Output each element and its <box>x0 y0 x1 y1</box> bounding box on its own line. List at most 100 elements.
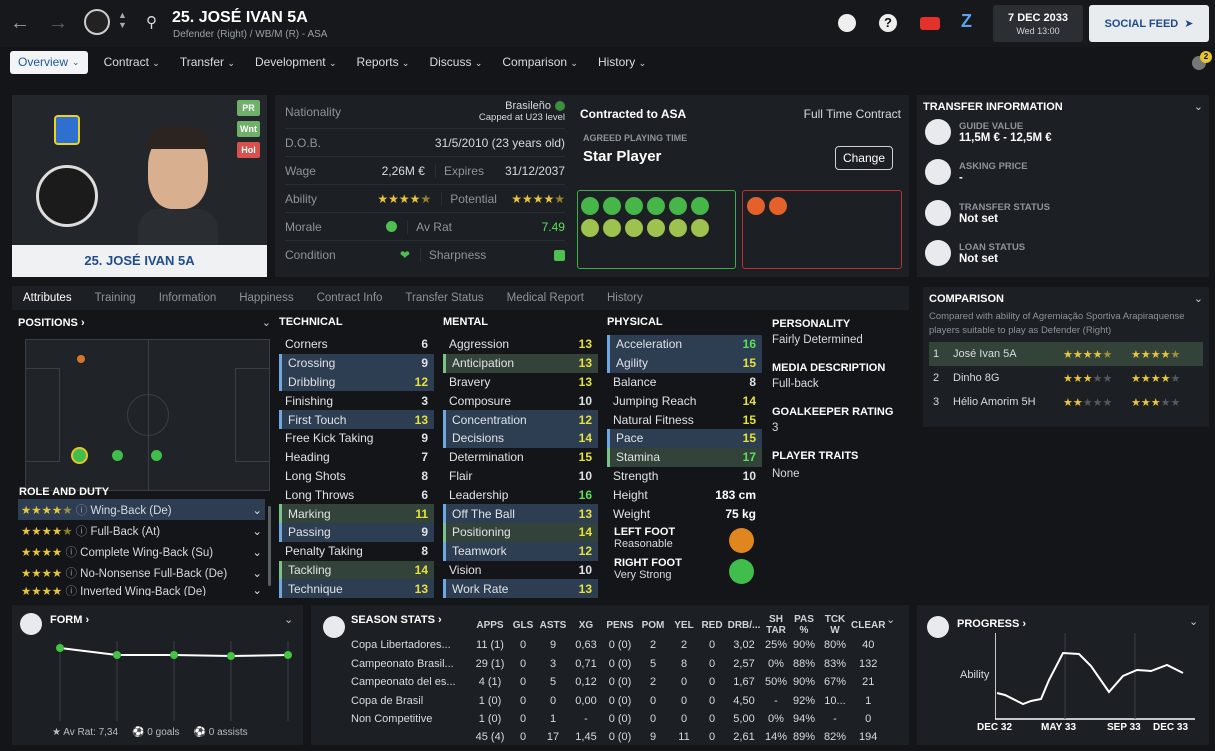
mental-row[interactable]: Composure 10 <box>443 391 598 410</box>
technical-row[interactable]: Penalty Taking 8 <box>279 542 434 561</box>
technical-row[interactable]: Heading 7 <box>279 448 434 467</box>
stat-header[interactable]: DRB/... <box>725 614 763 636</box>
mental-row[interactable]: Leadership 16 <box>443 485 598 504</box>
technical-row[interactable]: Finishing 3 <box>279 391 434 410</box>
z-icon[interactable]: Z <box>961 11 972 32</box>
subtab-happiness[interactable]: Happiness <box>239 292 293 304</box>
position-marker-primary[interactable] <box>71 447 88 464</box>
physical-row[interactable]: Stamina 17 <box>607 447 762 467</box>
chevron-down-icon[interactable]: ⌄ <box>1189 615 1198 628</box>
chevron-updown-icon[interactable]: ▲ ▼ <box>118 10 127 30</box>
trait-icon[interactable] <box>691 219 709 237</box>
trait-icon[interactable] <box>603 197 621 215</box>
mental-row[interactable]: Flair 10 <box>443 467 598 486</box>
menu-comparison[interactable]: Comparison ⌄ <box>502 55 578 69</box>
trait-icon[interactable] <box>603 219 621 237</box>
stat-header[interactable]: GLS <box>509 614 537 636</box>
position-marker[interactable] <box>151 450 162 461</box>
chevron-down-icon[interactable]: ⌄ <box>886 613 895 626</box>
mental-row[interactable]: Off The Ball 13 <box>443 504 598 523</box>
technical-row[interactable]: Marking 11 <box>279 504 434 523</box>
stat-row[interactable]: Copa de Brasil 1 (0) 0 0 0,00 0 (0) 0 0 0 4,50 - 92… <box>351 692 885 711</box>
technical-row[interactable]: Long Throws 6 <box>279 485 434 504</box>
form-title[interactable]: FORM › <box>50 614 89 626</box>
menu-contract[interactable]: Contract ⌄ <box>104 55 160 69</box>
role-item[interactable]: ★★★★★ ⓘ Wing-Back (De) ⌄ <box>18 499 265 520</box>
menu-reports[interactable]: Reports ⌄ <box>357 55 410 69</box>
chevron-down-icon[interactable]: ⌄ <box>284 613 293 626</box>
globe-icon[interactable] <box>838 14 856 32</box>
subtab-transfer-status[interactable]: Transfer Status <box>405 292 483 304</box>
badge-pr[interactable]: PR <box>237 100 260 116</box>
help-icon[interactable]: ? <box>879 14 897 32</box>
back-arrow-icon[interactable]: ← <box>10 12 30 35</box>
mental-row[interactable]: Decisions 14 <box>443 428 598 448</box>
physical-row[interactable]: Balance 8 <box>607 373 762 392</box>
club-crest-icon[interactable] <box>84 9 110 35</box>
stat-header[interactable]: RED <box>699 614 725 636</box>
physical-row[interactable]: Height 183 cm <box>607 485 762 504</box>
progress-title[interactable]: PROGRESS › <box>957 618 1026 630</box>
badge-wnt[interactable]: Wnt <box>237 121 260 137</box>
mental-row[interactable]: Concentration 12 <box>443 410 598 429</box>
stat-header[interactable]: POM <box>637 614 669 636</box>
role-item[interactable]: ★★★★ ⓘ Complete Wing-Back (Su) ⌄ <box>18 541 265 562</box>
physical-row[interactable]: Natural Fitness 15 <box>607 410 762 429</box>
stat-header[interactable]: SH TAR <box>763 614 789 636</box>
stat-row[interactable]: Campeonato del es... 4 (1) 0 5 0,12 0 (0) 2 0 0 1… <box>351 673 885 692</box>
mental-row[interactable]: Work Rate 13 <box>443 579 598 599</box>
chevron-down-icon[interactable]: ⌄ <box>262 316 271 329</box>
positions-title[interactable]: POSITIONS › <box>18 317 85 329</box>
change-button[interactable]: Change <box>835 146 893 170</box>
role-item[interactable]: ★★★★ ⓘ No-Nonsense Full-Back (De) ⌄ <box>18 562 265 583</box>
technical-row[interactable]: Technique 13 <box>279 579 434 599</box>
stat-header[interactable]: PAS % <box>789 614 819 636</box>
mental-row[interactable]: Vision 10 <box>443 561 598 580</box>
stat-row[interactable]: Copa Libertadores... 11 (1) 0 9 0,63 0 (0) 2 2 0… <box>351 636 885 655</box>
badge-hol[interactable]: Hol <box>237 142 260 158</box>
date-box[interactable]: 7 DEC 2033 Wed 13:00 <box>993 5 1083 42</box>
physical-row[interactable]: Pace 15 <box>607 428 762 448</box>
comparison-row[interactable]: 3 Hélio Amorim 5H ★★★★★ ★★★★★ <box>929 390 1203 414</box>
stat-row[interactable]: Campeonato Brasil... 29 (1) 0 3 0,71 0 (0) 5 8 0… <box>351 655 885 674</box>
physical-row[interactable]: Jumping Reach 14 <box>607 391 762 410</box>
role-item[interactable]: ★★★★★ ⓘ Full-Back (At) ⌄ <box>18 520 265 541</box>
menu-transfer[interactable]: Transfer ⌄ <box>180 55 235 69</box>
technical-row[interactable]: Free Kick Taking 9 <box>279 429 434 448</box>
comparison-row[interactable]: 1 José Ivan 5A ★★★★★ ★★★★★ <box>929 342 1203 366</box>
subtab-training[interactable]: Training <box>95 292 136 304</box>
trait-icon[interactable] <box>581 219 599 237</box>
position-marker[interactable] <box>77 355 85 363</box>
trait-icon[interactable] <box>647 197 665 215</box>
physical-row[interactable]: Acceleration 16 <box>607 335 762 354</box>
trait-icon[interactable] <box>581 197 599 215</box>
menu-overview[interactable]: Overview ⌄ <box>10 50 88 74</box>
subtab-contract-info[interactable]: Contract Info <box>317 292 383 304</box>
youtube-icon[interactable] <box>920 17 940 30</box>
technical-row[interactable]: Corners 6 <box>279 335 434 354</box>
stat-header[interactable]: APPS <box>471 614 509 636</box>
physical-row[interactable]: Strength 10 <box>607 467 762 486</box>
stat-header[interactable]: YEL <box>669 614 699 636</box>
subtab-attributes[interactable]: Attributes <box>23 292 72 304</box>
physical-row[interactable]: Weight 75 kg <box>607 504 762 523</box>
mental-row[interactable]: Anticipation 13 <box>443 353 598 373</box>
trait-icon[interactable] <box>625 197 643 215</box>
mental-row[interactable]: Determination 15 <box>443 448 598 467</box>
subtab-information[interactable]: Information <box>159 292 217 304</box>
menu-discuss[interactable]: Discuss ⌄ <box>429 55 482 69</box>
stat-header[interactable]: CLEAR <box>851 614 885 636</box>
technical-row[interactable]: First Touch 13 <box>279 410 434 429</box>
stat-header[interactable]: PENS <box>603 614 637 636</box>
forward-arrow-icon[interactable]: → <box>48 12 68 35</box>
trait-icon[interactable] <box>669 197 687 215</box>
mental-row[interactable]: Bravery 13 <box>443 373 598 392</box>
menu-development[interactable]: Development ⌄ <box>255 55 337 69</box>
position-marker[interactable] <box>112 450 123 461</box>
technical-row[interactable]: Dribbling 12 <box>279 372 434 392</box>
trait-icon[interactable] <box>769 197 787 215</box>
technical-row[interactable]: Long Shots 8 <box>279 467 434 486</box>
trait-icon[interactable] <box>647 219 665 237</box>
mental-row[interactable]: Aggression 13 <box>443 335 598 354</box>
mental-row[interactable]: Positioning 14 <box>443 522 598 542</box>
